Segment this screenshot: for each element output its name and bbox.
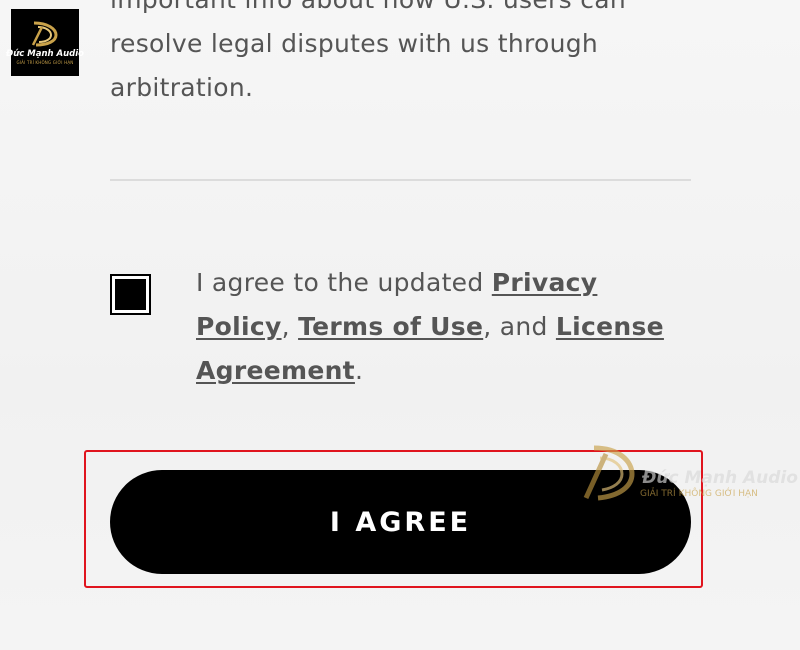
agree-checkbox[interactable] <box>110 274 151 315</box>
checkbox-checked-fill <box>115 279 146 310</box>
agreement-text: I agree to the updated Privacy Policy, T… <box>196 261 666 393</box>
divider <box>110 179 691 181</box>
i-agree-button[interactable]: I AGREE <box>110 470 691 574</box>
logo-mark-icon <box>31 21 58 46</box>
agreement-suffix: . <box>354 356 364 385</box>
logo: Đức Mạnh Audio GIẢI TRÍ KHÔNG GIỚI HẠN <box>6 9 84 76</box>
agreement-separator: , and <box>483 312 556 341</box>
notice-line-2: resolve legal disputes with us through <box>110 29 599 58</box>
notice-line-1: important info about how U.S. users can <box>110 0 710 22</box>
agreement-separator: , <box>281 312 299 341</box>
arbitration-notice: important info about how U.S. users can … <box>110 0 710 110</box>
notice-line-3: arbitration. <box>110 73 254 102</box>
agreement-prefix: I agree to the updated <box>196 268 492 297</box>
terms-of-use-link[interactable]: Terms of Use <box>298 312 483 341</box>
logo-name: Đức Mạnh Audio <box>6 48 84 59</box>
logo-tagline: GIẢI TRÍ KHÔNG GIỚI HẠN <box>16 59 74 65</box>
